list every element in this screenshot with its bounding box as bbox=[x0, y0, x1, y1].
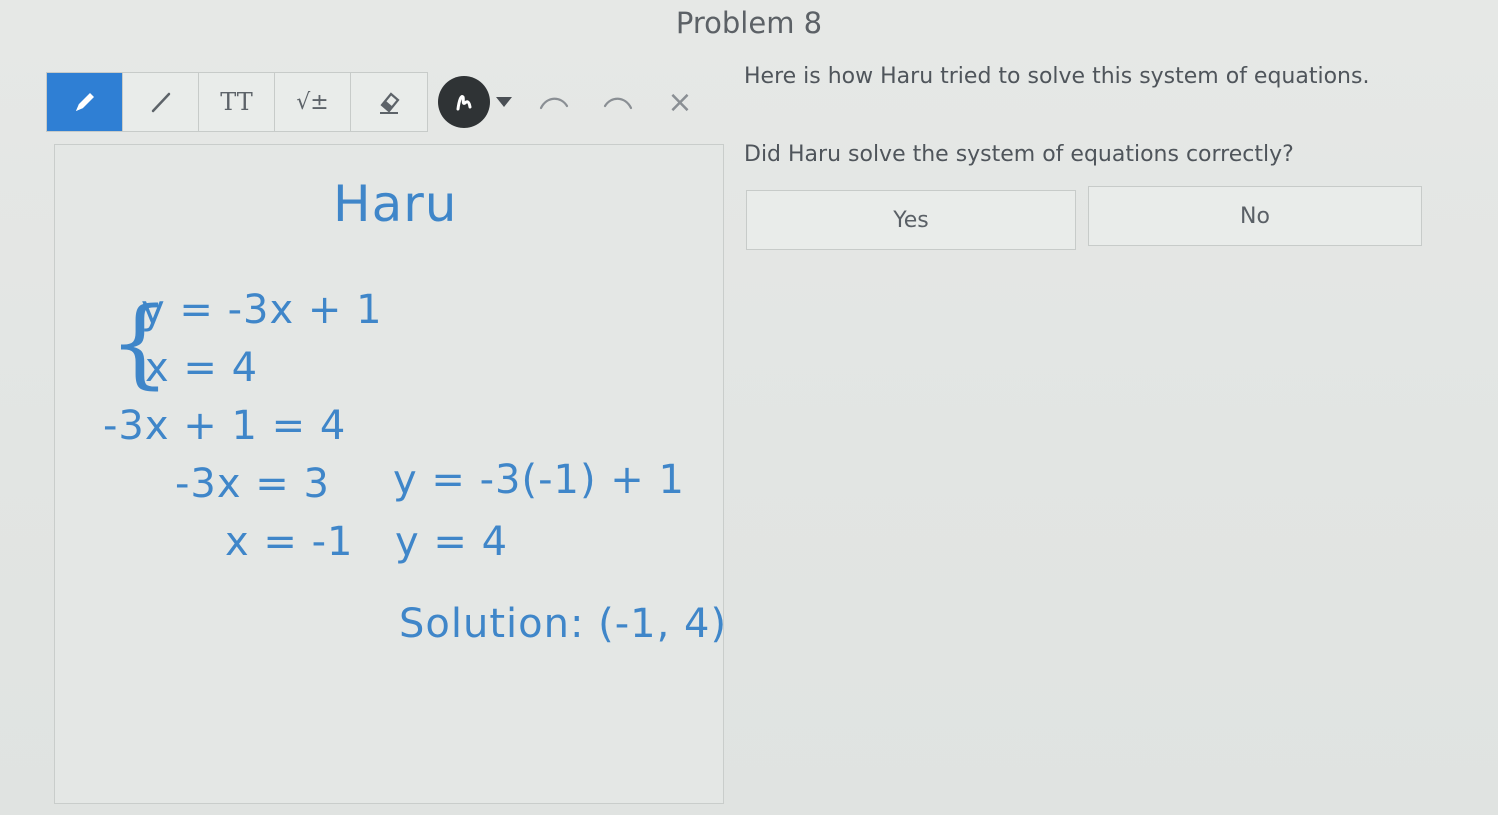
chevron-down-icon[interactable] bbox=[496, 97, 512, 107]
pencil-icon bbox=[75, 93, 94, 111]
student-name: Haru bbox=[333, 175, 458, 233]
question-text: Did Haru solve the system of equations c… bbox=[744, 142, 1294, 167]
pen-tool-button[interactable] bbox=[47, 73, 123, 131]
text-tool-button[interactable]: TT bbox=[199, 73, 275, 131]
undo-icon bbox=[539, 97, 569, 110]
undo-button[interactable] bbox=[532, 80, 576, 124]
system-equation-2: x = 4 bbox=[145, 345, 259, 391]
line-tool-button[interactable] bbox=[123, 73, 199, 131]
eraser-icon bbox=[380, 92, 400, 114]
system-equation-1: y = -3x + 1 bbox=[141, 287, 383, 333]
problem-prompt: Here is how Haru tried to solve this sys… bbox=[744, 64, 1370, 89]
problem-title: Problem 8 bbox=[675, 6, 823, 40]
ink-icon bbox=[456, 95, 472, 111]
pen-color-button[interactable] bbox=[438, 76, 490, 128]
work-step-y-substitution: y = -3(-1) + 1 bbox=[393, 457, 685, 503]
line-icon bbox=[151, 92, 170, 113]
work-step-simplify: -3x = 3 bbox=[175, 461, 330, 507]
solution-text: Solution: (-1, 4) bbox=[399, 601, 728, 647]
work-step-substitution: -3x + 1 = 4 bbox=[103, 403, 347, 449]
yes-button[interactable]: Yes bbox=[746, 190, 1076, 250]
math-tool-button[interactable]: √± bbox=[275, 73, 351, 131]
tool-group: TT √± bbox=[46, 72, 428, 132]
redo-icon bbox=[603, 97, 633, 110]
student-work-panel[interactable]: Haru { y = -3x + 1 x = 4 -3x + 1 = 4 -3x… bbox=[54, 144, 728, 804]
close-icon[interactable]: × bbox=[660, 80, 700, 124]
redo-button[interactable] bbox=[596, 80, 640, 124]
work-step-x-value: x = -1 bbox=[225, 519, 354, 565]
square-root-icon: √± bbox=[296, 89, 329, 115]
work-step-y-value: y = 4 bbox=[395, 519, 509, 565]
no-button[interactable]: No bbox=[1088, 186, 1422, 246]
text-size-icon: TT bbox=[220, 88, 253, 116]
drawing-toolbar: TT √± × bbox=[46, 72, 700, 132]
eraser-tool-button[interactable] bbox=[351, 73, 427, 131]
